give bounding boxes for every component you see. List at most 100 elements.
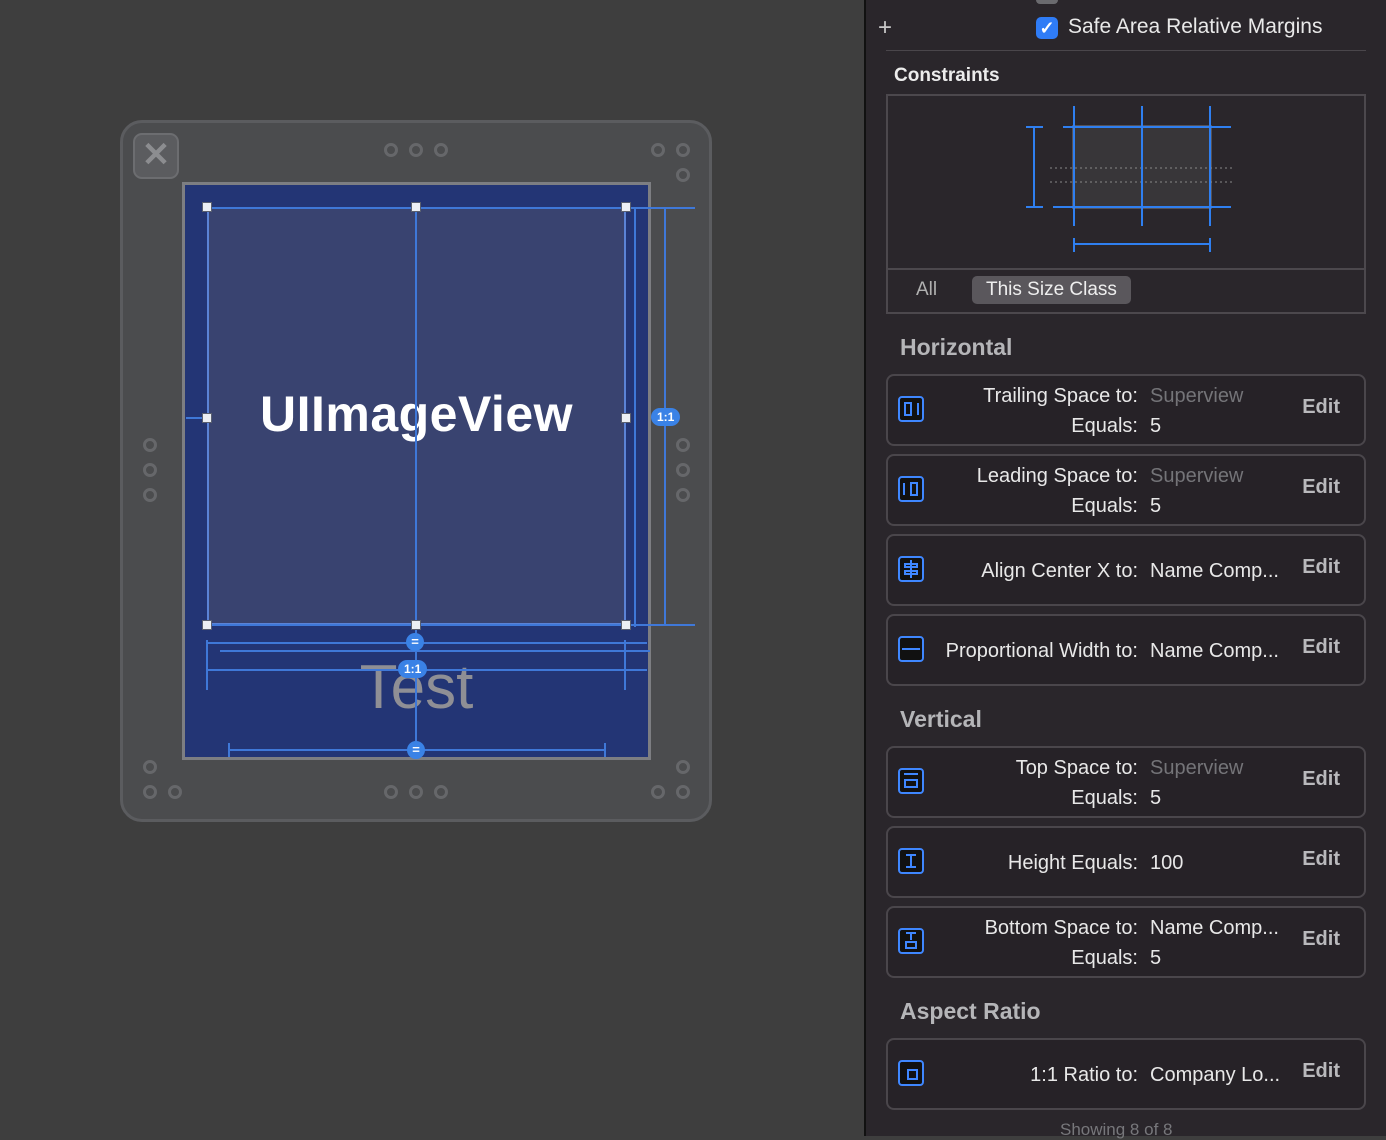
- constraint-row-height[interactable]: Height Equals: 100 Edit: [886, 826, 1366, 898]
- resize-dot-icon: [676, 438, 690, 452]
- edit-button[interactable]: Edit: [1302, 848, 1340, 871]
- trailing-space-icon: [898, 396, 924, 422]
- align-center-x-icon: [898, 556, 924, 582]
- constraint-guide: [624, 640, 626, 690]
- resize-dot-icon: [651, 785, 665, 799]
- constraint-label: Equals:: [1071, 495, 1138, 517]
- constraints-diagram: All This Size Class: [886, 94, 1366, 314]
- constraint-row-leading[interactable]: Leading Space to: Superview Equals: 5 Ed…: [886, 454, 1366, 526]
- constraint-row-center-x[interactable]: Align Center X to: Name Comp... Edit: [886, 534, 1366, 606]
- edit-button[interactable]: Edit: [1302, 476, 1340, 499]
- leading-space-icon: [898, 476, 924, 502]
- resize-dot-icon: [409, 143, 423, 157]
- equal-constraint-badge[interactable]: =: [406, 633, 424, 651]
- aspect-ratio-icon: [898, 1060, 924, 1086]
- constraint-label: Equals:: [1071, 787, 1138, 809]
- constraint-guide: [206, 640, 208, 690]
- resize-dot-icon: [143, 463, 157, 477]
- segment-all[interactable]: All: [916, 276, 937, 304]
- constraints-diagram-icon: [1026, 106, 1233, 252]
- height-icon: [898, 848, 924, 874]
- constraint-target: Name Comp...: [1150, 917, 1279, 939]
- constraint-label: Equals:: [1071, 415, 1138, 437]
- constraint-row-bottom-space[interactable]: Bottom Space to: Name Comp... Equals: 5 …: [886, 906, 1366, 978]
- showing-count: Showing 8 of 8: [1060, 1120, 1173, 1139]
- plus-icon[interactable]: +: [878, 14, 892, 42]
- edit-button[interactable]: Edit: [1302, 1060, 1340, 1083]
- constraint-label: Bottom Space to:: [984, 917, 1138, 939]
- constraint-label: Equals:: [1071, 947, 1138, 969]
- resize-dot-icon: [143, 438, 157, 452]
- edit-button[interactable]: Edit: [1302, 636, 1340, 659]
- constraint-target: Name Comp...: [1150, 640, 1279, 662]
- resize-dot-icon: [143, 760, 157, 774]
- constraint-target: Company Lo...: [1150, 1064, 1281, 1086]
- constraint-label: Top Space to:: [1015, 757, 1138, 779]
- constraint-value: 100: [1150, 852, 1184, 874]
- safe-area-label: Safe Area Relative Margins: [1068, 15, 1323, 38]
- constraint-value: 5: [1150, 495, 1162, 517]
- close-icon[interactable]: ✕: [133, 133, 179, 179]
- edit-button[interactable]: Edit: [1302, 768, 1340, 791]
- resize-handle[interactable]: [621, 620, 631, 630]
- safe-area-checkbox[interactable]: ✓: [1036, 17, 1058, 39]
- resize-dot-icon: [434, 143, 448, 157]
- constraints-title: Constraints: [894, 65, 1000, 86]
- aspect-ratio-title: Aspect Ratio: [900, 998, 1041, 1024]
- resize-dot-icon: [651, 143, 665, 157]
- top-space-icon: [898, 768, 924, 794]
- edit-button[interactable]: Edit: [1302, 396, 1340, 419]
- constraint-target: Superview: [1150, 465, 1244, 487]
- resize-handle[interactable]: [202, 413, 212, 423]
- edit-button[interactable]: Edit: [1302, 556, 1340, 579]
- constraint-value: 5: [1150, 947, 1162, 969]
- constraint-value: 5: [1150, 787, 1162, 809]
- constraint-guide: [220, 650, 650, 652]
- proportional-width-icon: [898, 636, 924, 662]
- resize-handle[interactable]: [202, 202, 212, 212]
- constraint-guide: [604, 743, 606, 757]
- resize-dot-icon: [676, 760, 690, 774]
- size-inspector: + ✓ Safe Area Relative Margins Constrain…: [866, 0, 1386, 1139]
- constraint-row-trailing[interactable]: Trailing Space to: Superview Equals: 5 E…: [886, 374, 1366, 446]
- resize-dot-icon: [434, 785, 448, 799]
- resize-handle[interactable]: [621, 202, 631, 212]
- vertical-title: Vertical: [900, 706, 982, 732]
- constraint-target: Superview: [1150, 757, 1244, 779]
- resize-handle[interactable]: [621, 413, 631, 423]
- aspect-ratio-badge[interactable]: 1:1: [398, 660, 428, 678]
- resize-dot-icon: [676, 143, 690, 157]
- bottom-space-icon: [898, 928, 924, 954]
- checkbox-partial[interactable]: [1036, 0, 1058, 4]
- aspect-ratio-badge[interactable]: 1:1: [651, 408, 681, 426]
- segment-this-size-class[interactable]: This Size Class: [972, 276, 1131, 304]
- resize-handle[interactable]: [411, 202, 421, 212]
- constraint-row-top-space[interactable]: Top Space to: Superview Equals: 5 Edit: [886, 746, 1366, 818]
- constraint-label: Height Equals:: [1007, 852, 1138, 874]
- resize-dot-icon: [676, 463, 690, 477]
- constraint-target: Name Comp...: [1150, 560, 1279, 582]
- equal-constraint-badge[interactable]: =: [407, 741, 425, 759]
- constraint-label: Align Center X to:: [981, 560, 1138, 582]
- constraint-guide: [634, 207, 636, 627]
- constraint-label: 1:1 Ratio to:: [1030, 1064, 1138, 1086]
- resize-dot-icon: [168, 785, 182, 799]
- constraint-value: 5: [1150, 415, 1162, 437]
- size-class-segmented-control[interactable]: All This Size Class: [888, 268, 1364, 312]
- resize-dot-icon: [384, 785, 398, 799]
- constraint-guide: [207, 669, 647, 671]
- resize-dot-icon: [676, 168, 690, 182]
- resize-dot-icon: [676, 488, 690, 502]
- constraint-guide: [207, 642, 647, 644]
- constraint-label: Proportional Width to:: [945, 640, 1138, 662]
- edit-button[interactable]: Edit: [1302, 928, 1340, 951]
- divider: [886, 50, 1366, 51]
- constraint-label: Trailing Space to:: [983, 385, 1138, 407]
- resize-dot-icon: [676, 785, 690, 799]
- constraint-row-proportional-width[interactable]: Proportional Width to: Name Comp... Edit: [886, 614, 1366, 686]
- constraint-row-aspect-ratio[interactable]: 1:1 Ratio to: Company Lo... Edit: [886, 1038, 1366, 1110]
- constraint-target: Superview: [1150, 385, 1244, 407]
- resize-handle[interactable]: [202, 620, 212, 630]
- resize-dot-icon: [409, 785, 423, 799]
- resize-handle[interactable]: [411, 620, 421, 630]
